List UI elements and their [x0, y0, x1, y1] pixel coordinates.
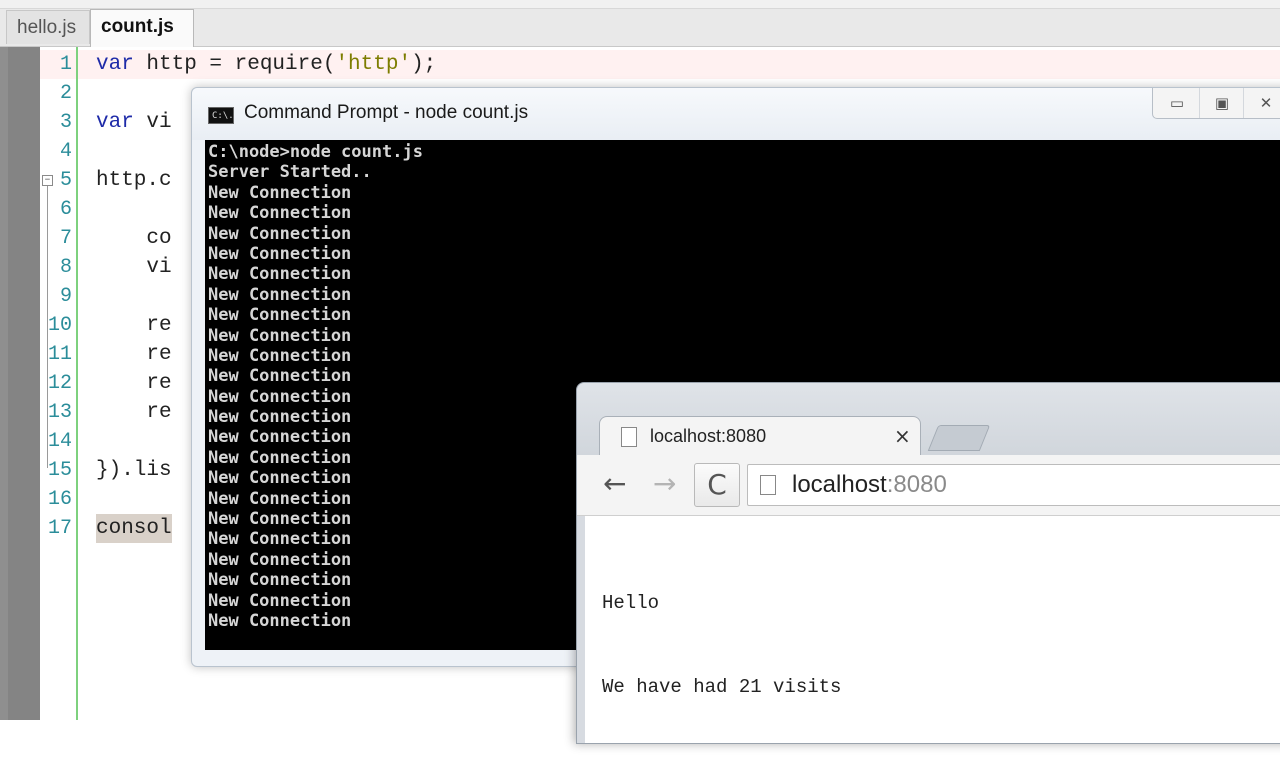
reload-icon: C — [707, 468, 727, 501]
line-number: 13 — [47, 401, 72, 424]
line-number: 6 — [59, 198, 72, 221]
line-number: 1 — [59, 53, 72, 76]
code-text: re — [96, 343, 172, 366]
terminal-line: New Connection — [208, 243, 352, 264]
reload-button[interactable]: C — [694, 463, 740, 507]
editor-top-strip — [0, 0, 1280, 9]
line-number: 12 — [47, 372, 72, 395]
tab-close-icon[interactable]: × — [894, 424, 911, 448]
new-tab-button[interactable] — [927, 425, 991, 451]
close-button[interactable]: ✕ — [1243, 88, 1280, 118]
terminal-line: New Connection — [208, 264, 352, 285]
terminal-line: New Connection — [208, 345, 352, 366]
browser-toolbar: ← → C localhost:8080 — [577, 455, 1280, 587]
code-text: var vi — [96, 111, 172, 134]
terminal-line: C:\node>node count.js — [208, 142, 423, 162]
line-number: 14 — [47, 430, 72, 453]
editor-tabbar: hello.js count.js — [0, 0, 1280, 47]
code-text: re — [96, 372, 172, 395]
page-content[interactable]: Hello We have had 21 visits — [585, 516, 1280, 743]
fold-guide — [47, 186, 48, 468]
close-icon: ✕ — [1259, 94, 1273, 112]
terminal-line: New Connection — [208, 549, 352, 570]
line-number: 16 — [47, 488, 72, 511]
browser-tabstrip: localhost:8080 × — [577, 383, 1280, 457]
window-controls: ▭ ▣ ✕ — [1152, 88, 1280, 119]
browser-window[interactable]: localhost:8080 × ← → C localhost:8080 He… — [576, 382, 1280, 744]
terminal-line: New Connection — [208, 407, 352, 428]
terminal-line: New Connection — [208, 570, 352, 591]
minimize-icon: ▭ — [1169, 94, 1185, 112]
terminal-line: New Connection — [208, 386, 352, 407]
terminal-line: New Connection — [208, 590, 352, 611]
code-text: re — [96, 401, 172, 424]
maximize-button[interactable]: ▣ — [1199, 88, 1244, 118]
code-text: }).lis — [96, 459, 172, 482]
terminal-line: New Connection — [208, 610, 352, 631]
editor-margin — [0, 47, 40, 720]
terminal-line: New Connection — [208, 223, 352, 244]
code-text: consol — [96, 514, 172, 543]
line-number: 2 — [59, 82, 72, 105]
cmd-titlebar[interactable]: C:\. Command Prompt - node count.js ▭ ▣ … — [192, 88, 1280, 140]
tab-hello-js[interactable]: hello.js — [6, 10, 90, 44]
line-number: 3 — [59, 111, 72, 134]
line-number: 15 — [47, 459, 72, 482]
line-number: 11 — [47, 343, 72, 366]
forward-arrow-icon[interactable]: → — [653, 467, 676, 500]
code-text: vi — [96, 256, 172, 279]
terminal-line: New Connection — [208, 366, 352, 387]
terminal-line: New Connection — [208, 509, 352, 530]
back-arrow-icon[interactable]: ← — [603, 467, 626, 500]
line-number: 8 — [59, 256, 72, 279]
cmd-app-icon: C:\. — [208, 107, 234, 124]
page-text: Hello We have had 21 visits — [602, 533, 841, 757]
maximize-icon: ▣ — [1214, 94, 1230, 112]
minimize-button[interactable]: ▭ — [1155, 88, 1199, 118]
terminal-line: New Connection — [208, 305, 352, 326]
terminal-lines: C:\node>node count.js Server Started.. New… — [208, 142, 423, 631]
line-number: 4 — [59, 140, 72, 163]
terminal-line: New Connection — [208, 488, 352, 509]
code-line-1: 1 var http = require('http'); — [40, 50, 1280, 79]
tab-count-js[interactable]: count.js — [90, 9, 194, 47]
fold-toggle-icon[interactable]: − — [42, 175, 53, 186]
address-text: localhost:8080 — [792, 471, 947, 499]
code-text: http.c — [96, 169, 172, 192]
terminal-line: New Connection — [208, 182, 352, 203]
browser-tab-title: localhost:8080 — [650, 426, 767, 446]
address-bar[interactable]: localhost:8080 — [747, 464, 1280, 506]
line-number: 9 — [59, 285, 72, 308]
page-line-visits: We have had 21 visits — [602, 676, 842, 698]
terminal-line: New Connection — [208, 468, 352, 489]
terminal-line: New Connection — [208, 529, 352, 550]
line-number: 17 — [47, 517, 72, 540]
code-text: co — [96, 227, 172, 250]
terminal-line: New Connection — [208, 203, 352, 224]
code-text: var http = require('http'); — [96, 53, 437, 76]
address-host: localhost — [792, 471, 887, 498]
terminal-line: New Connection — [208, 284, 352, 305]
address-port: :8080 — [886, 471, 947, 498]
cmd-window-title: Command Prompt - node count.js — [244, 102, 529, 123]
terminal-line: New Connection — [208, 447, 352, 468]
page-icon — [621, 427, 637, 447]
browser-tab[interactable]: localhost:8080 × — [599, 416, 921, 457]
terminal-line: Server Started.. — [208, 162, 372, 183]
line-number: 7 — [59, 227, 72, 250]
page-icon — [760, 475, 776, 495]
terminal-line: New Connection — [208, 427, 352, 448]
page-line-hello: Hello — [602, 592, 660, 614]
line-number: 10 — [47, 314, 72, 337]
code-text: re — [96, 314, 172, 337]
terminal-line: New Connection — [208, 325, 352, 346]
change-bar — [76, 47, 78, 720]
